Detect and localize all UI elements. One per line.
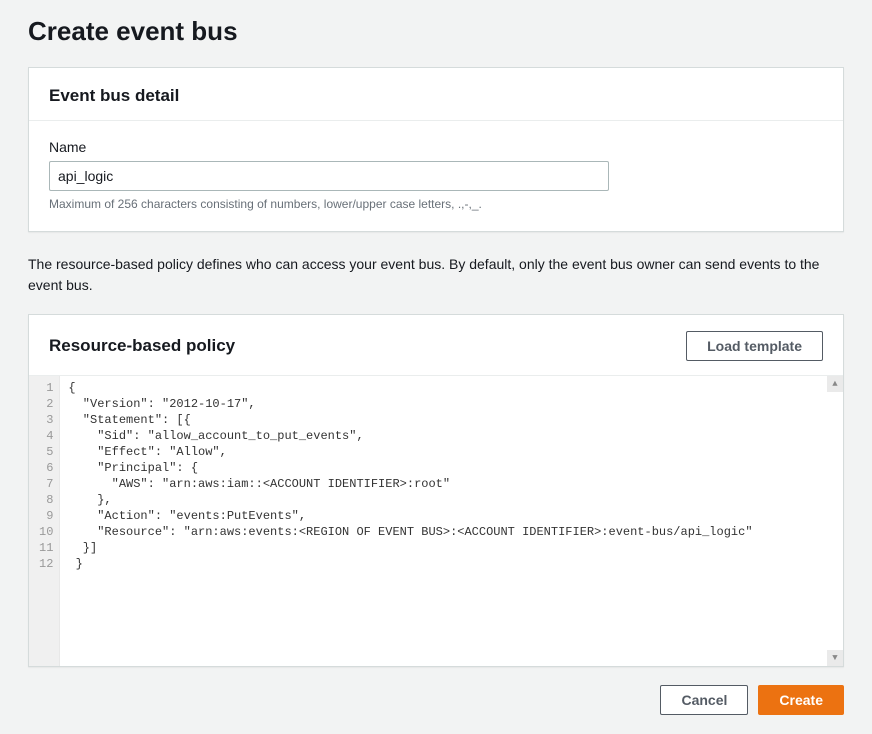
panel-body: Name Maximum of 256 characters consistin… [29, 121, 843, 231]
event-bus-detail-panel: Event bus detail Name Maximum of 256 cha… [28, 67, 844, 232]
scroll-down-icon[interactable]: ▼ [827, 650, 843, 666]
create-button[interactable]: Create [758, 685, 844, 715]
policy-panel-header: Resource-based policy Load template [29, 315, 843, 376]
policy-panel-title: Resource-based policy [49, 336, 235, 356]
code-content[interactable]: { "Version": "2012-10-17", "Statement": … [60, 376, 843, 666]
page-title: Create event bus [28, 16, 844, 47]
resource-policy-panel: Resource-based policy Load template 1 2 … [28, 314, 844, 667]
scroll-up-icon[interactable]: ▲ [827, 376, 843, 392]
name-input[interactable] [49, 161, 609, 191]
name-label: Name [49, 139, 823, 155]
panel-header: Event bus detail [29, 68, 843, 121]
policy-code-editor[interactable]: 1 2 3 4 5 6 7 8 9 10 11 12 { "Version": … [29, 376, 843, 666]
load-template-button[interactable]: Load template [686, 331, 823, 361]
name-hint: Maximum of 256 characters consisting of … [49, 197, 823, 211]
policy-description: The resource-based policy defines who ca… [28, 254, 844, 296]
code-gutter: 1 2 3 4 5 6 7 8 9 10 11 12 [29, 376, 60, 666]
cancel-button[interactable]: Cancel [660, 685, 748, 715]
detail-panel-title: Event bus detail [49, 86, 823, 106]
footer-actions: Cancel Create [28, 685, 844, 715]
